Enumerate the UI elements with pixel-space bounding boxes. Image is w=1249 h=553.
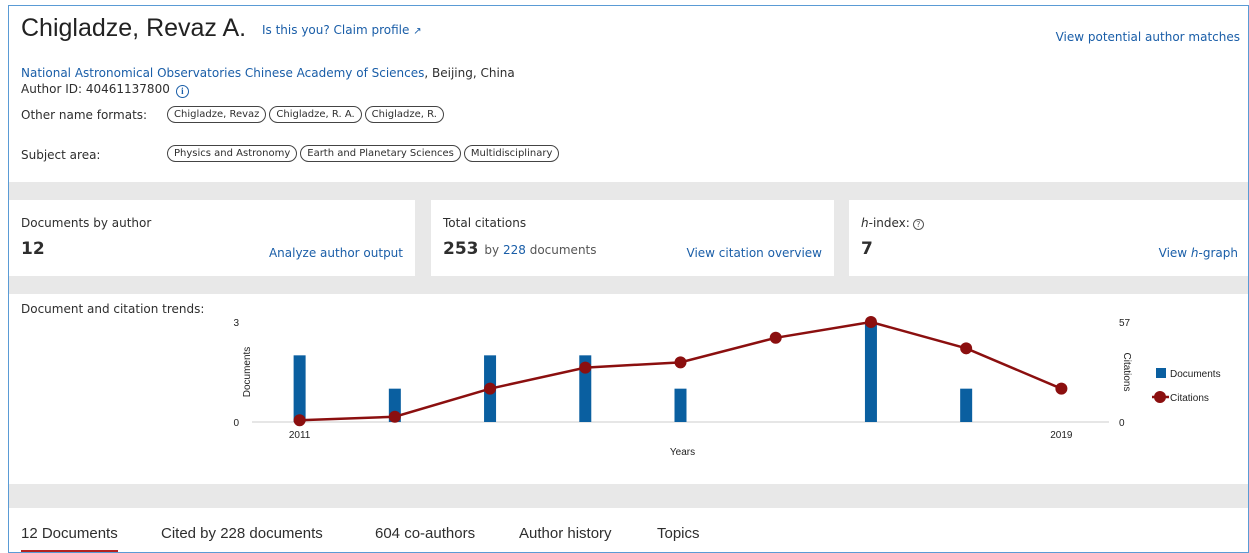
help-icon[interactable]: ? <box>912 219 924 230</box>
subject-chip: Physics and Astronomy <box>167 145 298 162</box>
document-bar <box>960 388 973 422</box>
h-index-label-rest: -index: <box>868 216 910 230</box>
trend-chart: 3 0 57 0 Documents Citations 2011 2019 Years Docu… <box>233 316 1221 458</box>
h-index-card: h-index:? 7 View h-graph <box>849 200 1248 277</box>
right-axis-max-tick: 57 <box>1119 318 1131 329</box>
author-profile-frame: Chigladze, Revaz A. Is this you? Claim p… <box>8 5 1249 553</box>
other-names-list: Chigladze, Revaz Chigladze, R. A. Chigla… <box>167 106 444 123</box>
analyze-author-output-link[interactable]: Analyze author output <box>269 246 403 260</box>
author-name: Chigladze, Revaz A. <box>21 14 247 42</box>
legend-documents-swatch <box>1156 368 1166 378</box>
claim-profile-label: Is this you? Claim profile <box>262 23 410 37</box>
citing-documents-link[interactable]: 228 <box>503 243 526 257</box>
documents-card: Documents by author 12 Analyze author ou… <box>9 200 415 277</box>
documents-count: 12 <box>21 239 45 259</box>
citations-by-suffix: documents <box>529 243 597 257</box>
document-bar <box>864 322 877 422</box>
x-axis-title: Years <box>670 447 695 458</box>
citation-point <box>388 410 401 423</box>
citations-label: Total citations <box>443 216 527 230</box>
h-index-label: h-index:? <box>861 216 924 230</box>
citation-point <box>960 342 973 355</box>
metrics-gap <box>9 276 1248 294</box>
tab-co-authors[interactable]: 604 co-authors <box>375 525 475 542</box>
document-bar <box>293 355 306 422</box>
info-icon[interactable]: i <box>175 85 189 98</box>
legend-documents-label: Documents <box>1170 369 1221 380</box>
x-tick-label: 2019 <box>1050 430 1073 441</box>
author-header: Chigladze, Revaz A. Is this you? Claim p… <box>9 6 1248 182</box>
document-bar <box>674 388 687 422</box>
trends-panel: Document and citation trends: 3 0 57 0 Docum… <box>9 294 1248 484</box>
citation-point <box>674 356 687 369</box>
citations-count: 253 <box>443 239 479 259</box>
tabs-gap <box>9 484 1248 508</box>
right-axis-min-tick: 0 <box>1119 418 1125 429</box>
citation-point <box>769 331 782 344</box>
tab-author-history[interactable]: Author history <box>519 525 612 542</box>
view-h-graph-link[interactable]: View h-graph <box>1159 246 1238 260</box>
left-axis-title: Documents <box>242 347 253 398</box>
citation-point <box>1055 382 1068 395</box>
view-citation-overview-link[interactable]: View citation overview <box>687 246 822 260</box>
documents-label: Documents by author <box>21 216 152 230</box>
citation-point <box>484 382 497 395</box>
affiliation-location: , Beijing, China <box>424 66 515 80</box>
affiliation-link[interactable]: National Astronomical Observatories Chin… <box>21 66 424 80</box>
citation-point <box>864 316 877 328</box>
citation-point <box>579 361 592 374</box>
subject-area-list: Physics and Astronomy Earth and Planetar… <box>167 145 560 162</box>
citations-by: by 228 documents <box>484 243 596 257</box>
legend-citations-marker <box>1154 391 1166 403</box>
tab-bar: 12 Documents Cited by 228 documents 604 … <box>9 508 1248 552</box>
citations-card: Total citations 253 by 228 documents Vie… <box>431 200 834 277</box>
h-index-value: 7 <box>861 239 873 259</box>
name-format-chip: Chigladze, R. A. <box>269 106 362 123</box>
affiliation: National Astronomical Observatories Chin… <box>21 66 515 80</box>
tab-cited-by[interactable]: Cited by 228 documents <box>161 525 323 542</box>
author-id-text: Author ID: 40461137800 <box>21 82 170 96</box>
left-axis-min-tick: 0 <box>233 418 239 429</box>
x-tick-label: 2011 <box>289 430 311 441</box>
name-format-chip: Chigladze, Revaz <box>167 106 267 123</box>
author-id: Author ID: 40461137800 i <box>21 82 189 98</box>
subject-chip: Multidisciplinary <box>463 145 560 162</box>
legend-citations-label: Citations <box>1170 393 1209 404</box>
citations-value: 253 by 228 documents <box>443 239 597 259</box>
name-format-chip: Chigladze, R. <box>364 106 444 123</box>
tab-documents[interactable]: 12 Documents <box>21 525 118 552</box>
external-arrow-icon: ↗ <box>413 26 422 37</box>
view-potential-matches-link[interactable]: View potential author matches <box>1056 30 1240 44</box>
other-names-label: Other name formats: <box>21 108 148 122</box>
subject-area-label: Subject area: <box>21 148 101 162</box>
h-graph-italic: h <box>1190 246 1199 260</box>
citation-point <box>293 414 306 427</box>
h-index-label-italic: h <box>861 216 869 230</box>
h-graph-prefix: View <box>1158 246 1191 260</box>
citations-by-text: by <box>484 243 500 257</box>
h-graph-suffix: -graph <box>1198 246 1238 260</box>
claim-profile-link[interactable]: Is this you? Claim profile ↗ <box>262 23 422 37</box>
left-axis-max-tick: 3 <box>233 318 239 329</box>
tab-topics[interactable]: Topics <box>657 525 700 542</box>
right-axis-title: Citations <box>1121 353 1132 392</box>
subject-chip: Earth and Planetary Sciences <box>300 145 461 162</box>
